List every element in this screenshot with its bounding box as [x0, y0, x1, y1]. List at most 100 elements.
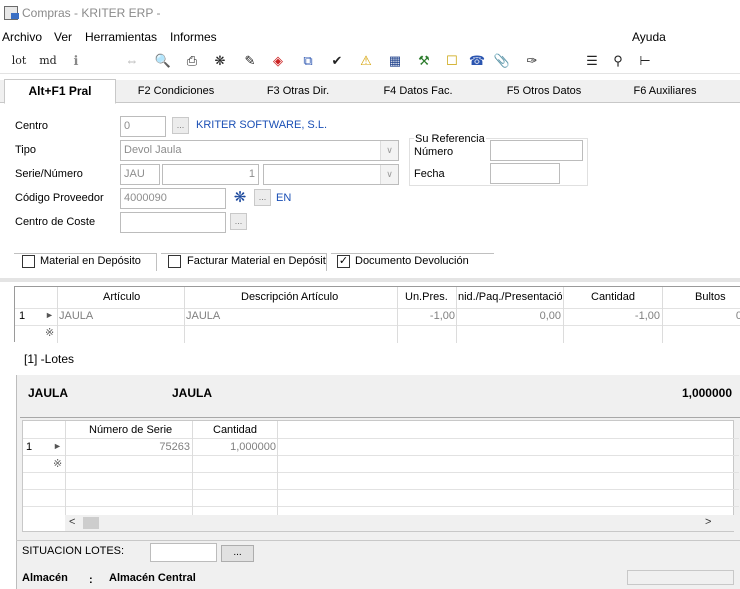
coste-label: Centro de Coste: [15, 216, 96, 228]
lote-new-row-icon: ※: [53, 458, 63, 470]
tab-otras-dir[interactable]: F3 Otras Dir.: [242, 80, 354, 103]
search-doc-icon[interactable]: ⚲: [608, 52, 628, 70]
navigate-icon[interactable]: ⇔: [122, 52, 142, 70]
facturar-deposito-checkbox[interactable]: [168, 255, 181, 268]
cell-cantidad[interactable]: -1,00: [565, 310, 660, 322]
col-numero-serie[interactable]: Número de Serie: [89, 424, 172, 436]
lotes-header: [1] -Lotes: [16, 343, 740, 375]
copy-icon[interactable]: ⧉: [298, 52, 318, 70]
almacen-value: Almacén Central: [109, 572, 196, 584]
menu-ver[interactable]: Ver: [54, 30, 72, 44]
info-icon[interactable]: ℹ: [66, 52, 86, 70]
lot-button[interactable]: lot: [8, 52, 30, 70]
tipo-select[interactable]: Devol Jaula ∨: [120, 140, 399, 161]
scroll-right-icon[interactable]: >: [705, 516, 711, 528]
chevron-down-icon[interactable]: ∨: [380, 165, 398, 184]
scroll-left-icon[interactable]: <: [69, 516, 75, 528]
asterisk-icon[interactable]: ❋: [210, 52, 230, 70]
chevron-down-icon[interactable]: ∨: [380, 141, 398, 160]
lotes-title: [1] -Lotes: [24, 352, 75, 366]
tools-icon[interactable]: ⚒: [414, 52, 434, 70]
proveedor-lookup-button[interactable]: ...: [254, 189, 271, 206]
tipo-label: Tipo: [15, 144, 36, 156]
lote-row-number: 1: [26, 441, 33, 453]
tab-datos-fac[interactable]: F4 Datos Fac.: [362, 80, 474, 103]
cell-bultos[interactable]: 0: [664, 310, 740, 322]
preview-icon[interactable]: 🔍: [153, 52, 173, 70]
stack-icon[interactable]: ☰: [582, 52, 602, 70]
col-cantidad[interactable]: Cantidad: [591, 291, 635, 303]
clip-icon[interactable]: ✑: [522, 52, 542, 70]
situacion-lotes-field[interactable]: [150, 543, 217, 562]
check-icon[interactable]: ✔: [327, 52, 347, 70]
cell-paq[interactable]: 0,00: [458, 310, 561, 322]
app-icon: [4, 6, 19, 20]
col-lote-cantidad[interactable]: Cantidad: [213, 424, 257, 436]
md-button[interactable]: md: [37, 52, 59, 70]
serie-label: Serie/Número: [15, 168, 83, 180]
tab-condiciones[interactable]: F2 Condiciones: [120, 80, 232, 103]
coste-lookup-button[interactable]: ...: [230, 213, 247, 230]
attach-icon[interactable]: 📎: [492, 52, 512, 70]
title-bar: Compras - KRITER ERP -: [0, 0, 740, 26]
menu-herramientas[interactable]: Herramientas: [85, 30, 157, 44]
lote-cell-serie[interactable]: 75263: [67, 441, 190, 453]
divider: [0, 278, 740, 282]
star-search-icon[interactable]: ❋: [231, 189, 249, 207]
facturar-deposito-label: Facturar Material en Depósit: [187, 255, 326, 267]
col-bultos[interactable]: Bultos: [695, 291, 726, 303]
lotes-product-qty: 1,000000: [681, 386, 732, 400]
phone-icon[interactable]: ☎: [467, 52, 487, 70]
proveedor-lang: EN: [276, 192, 292, 204]
situacion-lotes-button[interactable]: ...: [221, 545, 254, 562]
edit-icon[interactable]: ✎: [240, 52, 260, 70]
tab-auxiliares[interactable]: F6 Auxiliares: [608, 80, 722, 103]
col-paq[interactable]: nid./Paq./Presentació: [458, 291, 562, 303]
lotes-product-desc: JAULA: [172, 386, 213, 400]
menu-ayuda[interactable]: Ayuda: [632, 30, 666, 44]
menu-informes[interactable]: Informes: [170, 30, 217, 44]
menu-archivo[interactable]: Archivo: [2, 30, 42, 44]
print-icon[interactable]: ⎙: [182, 52, 202, 70]
split-icon[interactable]: ⊢: [635, 52, 655, 70]
centro-lookup-button[interactable]: ...: [172, 117, 189, 134]
col-articulo[interactable]: Artículo: [103, 291, 140, 303]
new-row-icon: ※: [45, 327, 55, 339]
su-referencia-title: Su Referencia: [414, 133, 486, 145]
col-descripcion[interactable]: Descripción Artículo: [241, 291, 338, 303]
tab-bar: Alt+F1 Pral F2 Condiciones F3 Otras Dir.…: [0, 79, 740, 104]
serie-field[interactable]: JAU: [120, 164, 160, 185]
ref-numero-field[interactable]: [490, 140, 583, 161]
numero-field[interactable]: 1: [162, 164, 259, 185]
window-title: Compras - KRITER ERP -: [22, 6, 161, 20]
tab-pral[interactable]: Alt+F1 Pral: [4, 79, 116, 104]
material-deposito-checkbox[interactable]: [22, 255, 35, 268]
tab-otros-datos[interactable]: F5 Otros Datos: [486, 80, 602, 103]
lote-cell-cantidad[interactable]: 1,000000: [194, 441, 276, 453]
hscroll-thumb[interactable]: [83, 517, 99, 529]
cell-articulo[interactable]: JAULA: [59, 310, 93, 322]
delete-icon[interactable]: ◈: [268, 52, 288, 70]
col-un-pres[interactable]: Un.Pres.: [405, 291, 448, 303]
proveedor-label: Código Proveedor: [15, 192, 104, 204]
material-deposito-label: Material en Depósito: [40, 255, 141, 267]
toolbar: lot md ℹ ⇔ 🔍 ⎙ ❋ ✎ ◈ ⧉ ✔ ⚠ ▦ ⚒ ☐ ☎ 📎 ✑ ☰…: [0, 48, 740, 74]
centro-field[interactable]: 0: [120, 116, 166, 137]
calculator-icon[interactable]: ▦: [385, 52, 405, 70]
tipo-value: Devol Jaula: [124, 144, 182, 156]
lines-grid: Artículo Descripción Artículo Un.Pres. n…: [14, 286, 740, 343]
ref-fecha-label: Fecha: [414, 168, 445, 180]
serie-extra-select[interactable]: ∨: [263, 164, 399, 185]
cell-un-pres[interactable]: -1,00: [399, 310, 455, 322]
centro-name-link[interactable]: KRITER SOFTWARE, S.L.: [196, 119, 327, 131]
warning-icon[interactable]: ⚠: [356, 52, 376, 70]
ref-fecha-field[interactable]: [490, 163, 560, 184]
lotes-horizontal-scrollbar[interactable]: < >: [65, 515, 739, 531]
cell-descripcion[interactable]: JAULA: [186, 310, 220, 322]
ref-numero-label: Número: [414, 146, 454, 158]
coste-field[interactable]: [120, 212, 226, 233]
folder-icon[interactable]: ☐: [442, 52, 462, 70]
proveedor-field[interactable]: 4000090: [120, 188, 226, 209]
documento-devolucion-checkbox[interactable]: ✓: [337, 255, 350, 268]
menu-bar: Archivo Ver Herramientas Informes Ayuda: [0, 28, 740, 46]
